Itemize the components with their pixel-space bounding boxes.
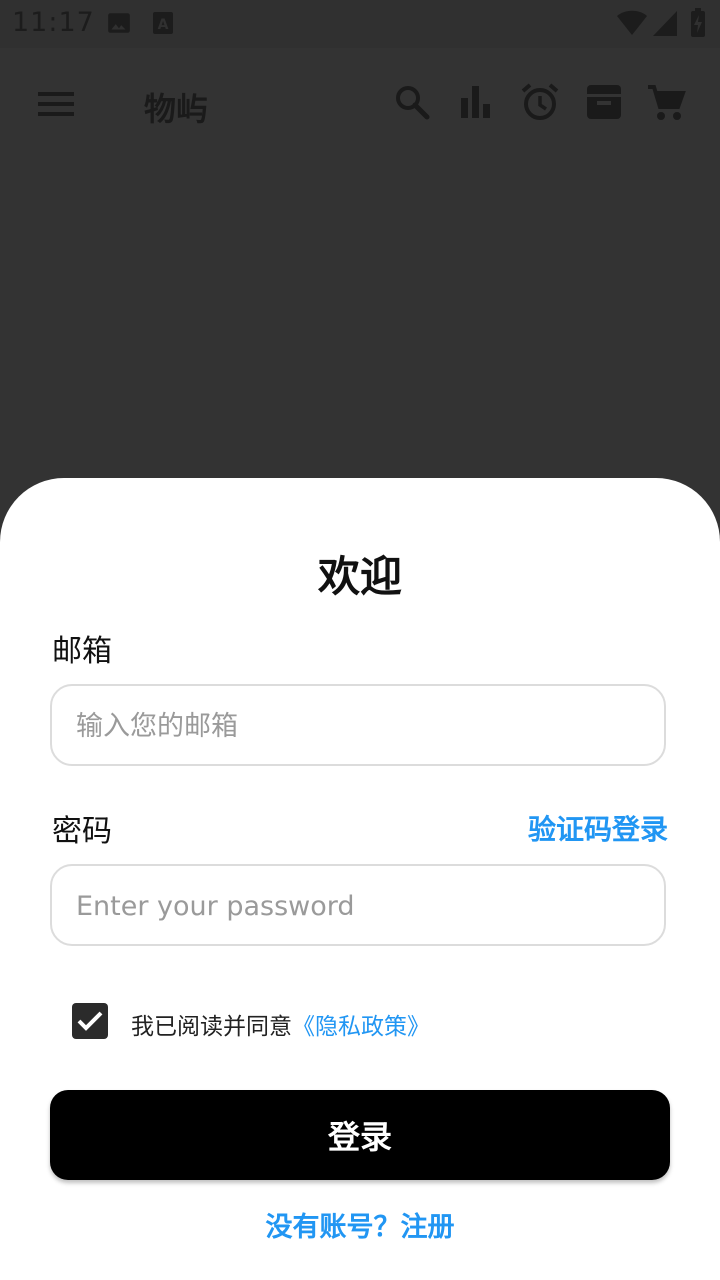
agree-row: 我已阅读并同意《隐私政策》 <box>131 1007 430 1041</box>
password-field-container <box>50 864 666 946</box>
welcome-title: 欢迎 <box>317 552 402 601</box>
keyboard-a-icon: A <box>152 10 174 40</box>
email-input[interactable] <box>74 686 638 766</box>
code-login-link[interactable]: 验证码登录 <box>528 808 668 848</box>
alarm-icon[interactable] <box>520 82 560 126</box>
password-label: 密码 <box>52 814 112 849</box>
email-label: 邮箱 <box>52 634 112 669</box>
agree-checkbox[interactable] <box>72 1003 108 1039</box>
status-time: 11:17 <box>12 7 95 38</box>
app-bar: 物屿 <box>0 48 720 160</box>
cart-icon[interactable] <box>646 84 686 126</box>
wifi-icon <box>616 8 648 40</box>
status-bar: 11:17 A <box>0 0 720 48</box>
password-input[interactable] <box>74 866 638 946</box>
privacy-policy-link[interactable]: 《隐私政策》 <box>292 1014 430 1040</box>
battery-charging-icon <box>690 8 706 42</box>
image-icon <box>106 10 132 40</box>
check-icon <box>77 1011 103 1031</box>
login-button[interactable]: 登录 <box>50 1090 670 1180</box>
register-link[interactable]: 没有账号？注册 <box>0 1205 720 1244</box>
email-field-container <box>50 684 666 766</box>
signal-icon <box>652 9 678 41</box>
bar-chart-icon[interactable] <box>460 86 492 122</box>
menu-icon[interactable] <box>38 90 74 122</box>
search-icon[interactable] <box>394 84 430 124</box>
archive-icon[interactable] <box>586 84 622 124</box>
svg-text:A: A <box>158 17 169 33</box>
app-title: 物屿 <box>144 90 209 128</box>
login-sheet: 欢迎 邮箱 密码 验证码登录 我已阅读并同意《隐私政策》 登录 没有账号？注册 <box>0 478 720 1280</box>
agree-text: 我已阅读并同意 <box>131 1014 292 1040</box>
